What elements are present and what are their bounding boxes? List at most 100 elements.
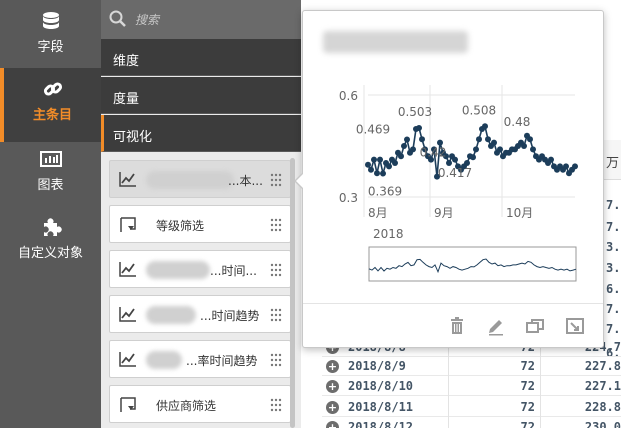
table-row[interactable]: +2018/8/9 72 227.8 xyxy=(322,357,621,376)
rail-item-master-items[interactable]: 主条目 xyxy=(0,68,101,142)
expand-row-icon[interactable]: + xyxy=(326,380,339,393)
data-point xyxy=(527,136,533,143)
table-row[interactable]: +2018/8/10 72 227.1 xyxy=(322,377,621,396)
data-point xyxy=(368,166,374,173)
line-chart-icon xyxy=(119,262,136,277)
redacted-label xyxy=(146,171,234,189)
data-point xyxy=(473,146,479,153)
drag-handle-icon[interactable] xyxy=(270,173,282,187)
data-label: 0.417 xyxy=(438,166,472,180)
data-point xyxy=(410,146,416,153)
table-cell-value: 7.3 xyxy=(606,198,621,212)
drag-handle-icon[interactable] xyxy=(270,353,282,367)
data-point xyxy=(365,161,371,168)
viz-item[interactable]: ...率时间趋势 xyxy=(109,340,291,378)
viz-item-label: 等级筛选 xyxy=(156,219,205,233)
database-icon xyxy=(42,12,59,29)
data-point xyxy=(401,143,407,149)
viz-item-label: ...本... xyxy=(228,174,263,188)
expand-row-icon[interactable]: + xyxy=(326,360,339,373)
table-cell-value: 227.1 xyxy=(584,379,621,393)
viz-item-label: ...率时间趋势 xyxy=(186,354,258,368)
link-icon xyxy=(43,82,62,96)
table-cell-count: 72 xyxy=(520,400,535,414)
rail-item-label: 图表 xyxy=(37,178,64,193)
viz-item[interactable]: 等级筛选 xyxy=(109,205,291,243)
rail-item-fields[interactable]: 字段 xyxy=(0,0,101,74)
drag-handle-icon[interactable] xyxy=(270,263,282,277)
table-cell-value: 7.4 xyxy=(606,220,621,234)
data-point xyxy=(482,123,488,130)
search-box[interactable]: 搜索 xyxy=(101,0,301,39)
scrollbar[interactable] xyxy=(290,158,295,428)
table-cell-value: 227.8 xyxy=(584,359,621,373)
viz-item-label: ...时间趋势 xyxy=(200,309,260,323)
data-point xyxy=(416,125,422,131)
table-cell-date: 2018/8/12 xyxy=(348,420,414,428)
rail-item-label: 自定义对象 xyxy=(17,246,83,261)
search-icon xyxy=(109,10,126,27)
data-point xyxy=(491,139,497,146)
search-input[interactable]: 搜索 xyxy=(135,11,159,28)
y-tick-label: 0.3 xyxy=(339,191,358,205)
rail-item-label: 字段 xyxy=(37,40,64,55)
category-label: 度量 xyxy=(113,92,140,107)
category-measures[interactable]: 度量 xyxy=(101,77,301,114)
table-row[interactable]: +2018/8/12 72 230.0 xyxy=(322,418,621,428)
table-cell-value: 228.8 xyxy=(584,400,621,414)
table-divider xyxy=(448,340,449,428)
drag-handle-icon[interactable] xyxy=(270,308,282,322)
data-point xyxy=(404,136,410,143)
drag-handle-icon[interactable] xyxy=(270,398,282,412)
drag-handle-icon[interactable] xyxy=(270,218,282,232)
table-cell-value: 3.0 xyxy=(606,240,621,254)
x-tick-label: 9月 xyxy=(434,206,454,220)
data-label: 0.508 xyxy=(462,103,496,117)
rail-item-charts[interactable]: 图表 xyxy=(0,138,101,212)
line-chart: 0.6 0.3 8月 9月 10月 2018 0.503 0.469 0.369 0.42 0.50… xyxy=(339,85,578,282)
left-rail: 字段 主条目 图表 自定义对象 xyxy=(0,0,101,428)
expand-icon[interactable] xyxy=(565,316,585,336)
viz-item[interactable]: ...本... xyxy=(109,160,291,198)
viz-item[interactable]: ...时间趋势 xyxy=(109,295,291,333)
viz-item[interactable]: ...时间... xyxy=(109,250,291,288)
mini-chart-frame xyxy=(368,246,577,282)
table-divider xyxy=(540,340,541,428)
viz-item[interactable]: 供应商筛选 xyxy=(109,385,291,423)
trash-icon[interactable] xyxy=(447,316,467,336)
data-point xyxy=(374,170,380,177)
x-tick-label: 8月 xyxy=(368,206,388,220)
filter-icon xyxy=(120,217,136,232)
viz-item-label: ...时间... xyxy=(210,264,257,278)
duplicate-icon[interactable] xyxy=(525,316,545,336)
category-dimensions[interactable]: 维度 xyxy=(101,39,301,76)
redacted-label xyxy=(146,351,182,369)
table-cell-date: 2018/8/11 xyxy=(348,400,414,414)
line-chart-icon xyxy=(119,307,136,322)
expand-row-icon[interactable]: + xyxy=(326,401,339,414)
table-cell-count: 72 xyxy=(520,420,535,428)
viz-item-label: 供应商筛选 xyxy=(156,399,217,413)
popover-arrow xyxy=(296,173,304,189)
data-point xyxy=(419,136,425,143)
data-point xyxy=(452,156,458,163)
data-point xyxy=(530,146,536,153)
edit-icon[interactable] xyxy=(486,316,506,336)
chart-preview-popover: 0.6 0.3 8月 9月 10月 2018 0.503 0.469 0.369 0.42 0.50… xyxy=(302,10,604,348)
data-point xyxy=(386,163,392,170)
table-cell-date: 2018/8/10 xyxy=(348,379,414,393)
table-cell-count: 72 xyxy=(520,379,535,393)
category-label: 维度 xyxy=(113,54,140,69)
bar-chart-icon xyxy=(39,151,62,167)
data-point xyxy=(572,163,578,170)
category-visualizations[interactable]: 可视化 xyxy=(101,115,301,152)
data-label: 0.48 xyxy=(504,115,531,129)
expand-row-icon[interactable]: + xyxy=(326,421,339,428)
rail-item-custom-objects[interactable]: 自定义对象 xyxy=(0,206,101,280)
data-point xyxy=(371,156,377,163)
table-row[interactable]: +2018/8/11 72 228.8 xyxy=(322,398,621,417)
data-point xyxy=(485,136,491,143)
line-chart-icon xyxy=(119,172,136,187)
data-point xyxy=(446,160,452,166)
table-cell-value: 3.8 xyxy=(606,261,621,275)
